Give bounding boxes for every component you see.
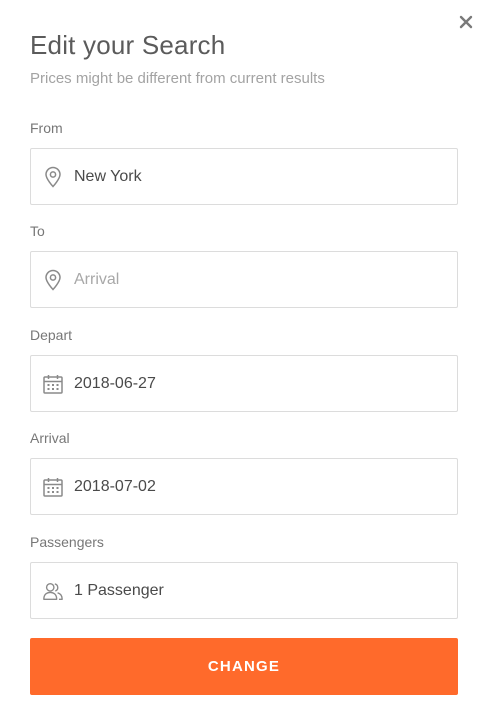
to-placeholder: Arrival (74, 270, 120, 288)
to-label: To (30, 223, 45, 239)
arrival-date-field[interactable]: 2018-07-02 (30, 458, 458, 515)
to-field[interactable]: Arrival (30, 251, 458, 308)
map-pin-icon (42, 269, 64, 291)
calendar-icon (42, 476, 64, 498)
passengers-value: 1 Passenger (74, 581, 164, 599)
dialog-title: Edit your Search (30, 30, 226, 60)
depart-date-value: 2018-06-27 (74, 374, 156, 392)
depart-date-field[interactable]: 2018-06-27 (30, 355, 458, 412)
arrival-date-value: 2018-07-02 (74, 477, 156, 495)
users-icon (42, 580, 64, 602)
edit-search-dialog: Edit your Search Prices might be differe… (0, 0, 488, 725)
passengers-field[interactable]: 1 Passenger (30, 562, 458, 619)
arrival-label: Arrival (30, 430, 70, 446)
from-field[interactable]: New York (30, 148, 458, 205)
from-value: New York (74, 167, 142, 185)
passengers-label: Passengers (30, 534, 104, 550)
calendar-icon (42, 373, 64, 395)
dialog-subtitle: Prices might be different from current r… (30, 70, 325, 87)
from-label: From (30, 120, 63, 136)
depart-label: Depart (30, 327, 73, 343)
change-button[interactable]: CHANGE (30, 638, 458, 695)
map-pin-icon (42, 166, 64, 188)
close-icon[interactable] (456, 12, 476, 32)
